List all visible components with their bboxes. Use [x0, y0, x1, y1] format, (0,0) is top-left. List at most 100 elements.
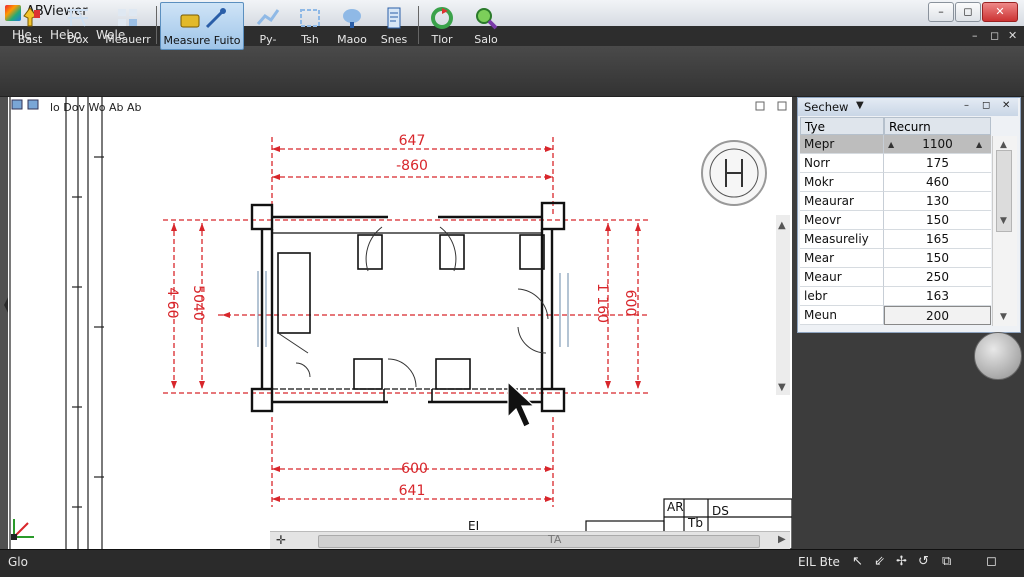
panel-pin-icon[interactable]: ◻ — [982, 100, 990, 111]
row-name: Meaurar — [800, 192, 884, 211]
row-dropdown-icon[interactable]: ▲ — [888, 140, 894, 149]
scroll-down-icon[interactable]: ▼ — [778, 382, 786, 393]
row-name: Mokr — [800, 173, 884, 192]
row-value: 163 — [884, 287, 991, 306]
frame-icon — [300, 9, 320, 27]
window-icon[interactable]: ◻ — [986, 554, 997, 569]
dim-left-outer: 4 60 — [164, 287, 180, 318]
tool-meauerr-button[interactable]: Meauerr — [104, 2, 152, 48]
table-row[interactable]: Mepr 1100 — [800, 135, 991, 154]
search-icon — [476, 8, 498, 30]
menu-bar — [0, 26, 1024, 46]
minimize-button[interactable]: – — [928, 2, 954, 22]
tool-dox-label: Dox — [67, 33, 89, 46]
table-row[interactable]: Norr 175 — [800, 154, 991, 173]
toolbar-separator — [418, 6, 419, 44]
title-bar — [0, 0, 1024, 27]
navigation-wheel-icon[interactable] — [974, 332, 1022, 380]
pin-icon — [23, 7, 40, 27]
row-value-editor[interactable]: 200 — [884, 306, 991, 325]
tool-maoo-label: Maoo — [337, 33, 367, 46]
tool-measure-button[interactable]: Measure Fuito — [160, 2, 244, 50]
panel-minimize-icon[interactable]: – — [964, 100, 969, 111]
status-bar — [0, 549, 1024, 577]
table-row[interactable]: Meaur 250 — [800, 268, 991, 287]
panel-close-icon[interactable]: ✕ — [1002, 100, 1010, 111]
canvas-print-icon[interactable] — [27, 99, 39, 110]
row-name: Measureliy — [800, 230, 884, 249]
title-block-tb: Tb — [687, 516, 703, 530]
dim-bottom-inner: -600 — [396, 461, 428, 477]
dim-right-outer: 600 — [622, 290, 638, 317]
status-right-text: EIL Bte — [798, 555, 840, 569]
canvas-restore-icon[interactable] — [755, 101, 765, 111]
ribbon-toolbar — [0, 46, 1024, 97]
dim-top-outer: 647 — [399, 133, 426, 149]
table-row[interactable]: Measureliy 165 — [800, 230, 991, 249]
tool-salo-button[interactable]: Salo — [466, 2, 506, 48]
column-header-result[interactable]: Recurn — [884, 117, 991, 135]
table-row[interactable]: lebr 163 — [800, 287, 991, 306]
row-up-icon[interactable]: ▲ — [976, 140, 982, 149]
table-row[interactable]: Meovr 150 — [800, 211, 991, 230]
close-button[interactable]: ✕ — [982, 2, 1018, 22]
floor-plan-drawing: 647 -860 -600 641 4 60 5040 1 160 600 AR… — [9, 97, 792, 549]
table-row[interactable]: Mear 150 — [800, 249, 991, 268]
canvas-tab-label: lo Dov Wo Ab Ab — [50, 101, 142, 114]
table-row[interactable]: Meaurar 130 — [800, 192, 991, 211]
row-value: 150 — [884, 211, 991, 230]
dim-right-inner: 1 160 — [594, 283, 610, 323]
scroll-left-icon[interactable]: ✛ — [276, 533, 286, 547]
mdi-minimize-icon[interactable]: – — [972, 29, 978, 42]
tool-bast-label: Bast — [17, 33, 43, 46]
panel-scroll-up-icon[interactable]: ▲ — [1000, 140, 1007, 150]
panel-scroll-down-icon[interactable]: ▼ — [1000, 216, 1007, 226]
tool-snes-label: Snes — [380, 33, 408, 46]
arrow-icon[interactable]: ⇙ — [874, 554, 885, 569]
mdi-restore-icon[interactable]: ◻ — [990, 29, 999, 42]
tool-maoo-button[interactable]: Maoo — [332, 2, 372, 48]
canvas-vertical-scrollbar[interactable] — [776, 215, 790, 395]
title-block-ar: AR — [667, 500, 684, 514]
canvas-max-icon[interactable] — [777, 101, 787, 111]
zoom-icon — [343, 9, 361, 28]
tool-salo-label: Salo — [474, 33, 498, 46]
rotate-icon[interactable]: ↺ — [918, 554, 929, 569]
panel-scroll-bottom-icon[interactable]: ▼ — [1000, 312, 1007, 322]
dim-left-inner: 5040 — [190, 285, 206, 321]
scroll-right-icon[interactable]: ▶ — [778, 534, 786, 545]
maximize-button[interactable]: ◻ — [955, 2, 981, 22]
column-header-type[interactable]: Tye — [800, 117, 884, 135]
canvas-save-icon[interactable] — [11, 99, 23, 110]
tool-py-button[interactable]: Py- — [250, 2, 286, 48]
mdi-close-icon[interactable]: ✕ — [1008, 29, 1017, 42]
tool-tsh-button[interactable]: Tsh — [292, 2, 328, 48]
tool-tlor-button[interactable]: Tlor — [422, 2, 462, 48]
grid-icon — [118, 9, 137, 26]
dim-bottom-outer: 641 — [399, 483, 426, 499]
tool-measure-label: Measure Fuito — [163, 34, 241, 47]
scroll-thumb-label: TA — [548, 533, 562, 546]
row-name: Norr — [800, 154, 884, 173]
horizontal-scroll-thumb[interactable] — [318, 535, 760, 548]
panel-dropdown-icon[interactable]: ▼ — [856, 100, 864, 111]
tool-snes-button[interactable]: Snes — [376, 2, 412, 48]
title-block-ds: DS — [712, 504, 729, 518]
row-value: 130 — [884, 192, 991, 211]
drawing-canvas[interactable]: 647 -860 -600 641 4 60 5040 1 160 600 AR… — [8, 97, 792, 549]
tool-bast-button[interactable]: Bast — [10, 2, 50, 48]
row-value: 165 — [884, 230, 991, 249]
panel-title[interactable]: Sechew — [804, 100, 848, 114]
copy-icon[interactable]: ⧉ — [942, 554, 951, 569]
table-row[interactable]: Mokr 460 — [800, 173, 991, 192]
scroll-up-icon[interactable]: ▲ — [778, 220, 786, 231]
view-compass-icon[interactable] — [701, 140, 767, 206]
row-value: 175 — [884, 154, 991, 173]
pan-icon[interactable]: ✢ — [896, 554, 907, 569]
ucs-axis-icon — [11, 519, 34, 540]
tool-dox-button[interactable]: Dox — [58, 2, 98, 48]
cursor-icon[interactable]: ↖ — [852, 554, 863, 569]
refresh-icon — [431, 7, 453, 29]
table-row[interactable]: Meun 200 — [800, 306, 991, 325]
row-value: 150 — [884, 249, 991, 268]
